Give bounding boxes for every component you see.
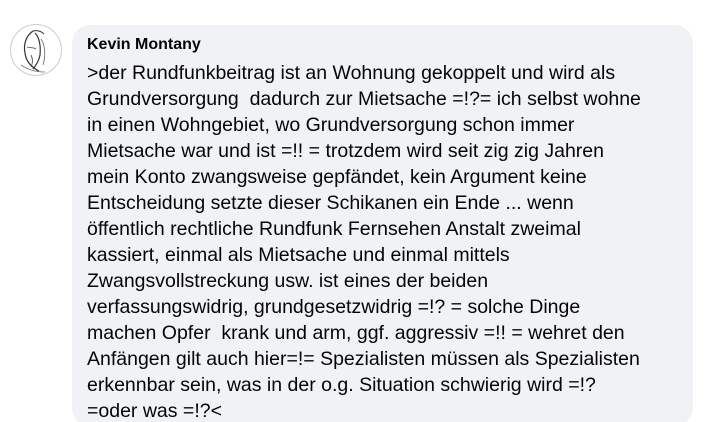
comment-text-line: Mietsache war und ist =!! = trotzdem wir…	[87, 140, 604, 162]
comment-text-line: mein Konto zwangsweise gepfändet, kein A…	[87, 166, 587, 188]
avatar[interactable]	[10, 24, 62, 76]
comment-text-line: öffentlich rechtliche Rundfunk Fernsehen…	[87, 218, 581, 240]
comment-text: >der Rundfunkbeitrag ist an Wohnung geko…	[87, 60, 679, 422]
comment-text-line: machen Opfer krank und arm, ggf. aggress…	[87, 322, 625, 344]
comment-text-line: =oder was =!?<	[87, 400, 222, 422]
comment-bubble: Kevin Montany >der Rundfunkbeitrag ist a…	[72, 25, 693, 422]
comment-text-line: >der Rundfunkbeitrag ist an Wohnung geko…	[87, 62, 616, 84]
comment-text-line: verfassungswidrig, grundgesetzwidrig =!?…	[87, 296, 581, 318]
comment-text-line: Grundversorgung dadurch zur Mietsache =!…	[87, 88, 641, 110]
comment-text-line: Anfängen gilt auch hier=!= Spezialisten …	[87, 348, 640, 370]
comment-text-line: Entscheidung setzte dieser Schikanen ein…	[87, 192, 574, 214]
comment-text-line: in einen Wohngebiet, wo Grundversorgung …	[87, 114, 575, 136]
comment-author[interactable]: Kevin Montany	[87, 35, 679, 55]
comment-text-line: erkennbar sein, was in der o.g. Situatio…	[87, 374, 596, 396]
comment-text-line: Zwangsvollstreckung usw. ist eines der b…	[87, 270, 489, 292]
comment: Kevin Montany >der Rundfunkbeitrag ist a…	[0, 0, 712, 422]
sketched-face-avatar-icon	[20, 30, 46, 73]
comment-text-line: kassiert, einmal als Mietsache und einma…	[87, 244, 510, 266]
